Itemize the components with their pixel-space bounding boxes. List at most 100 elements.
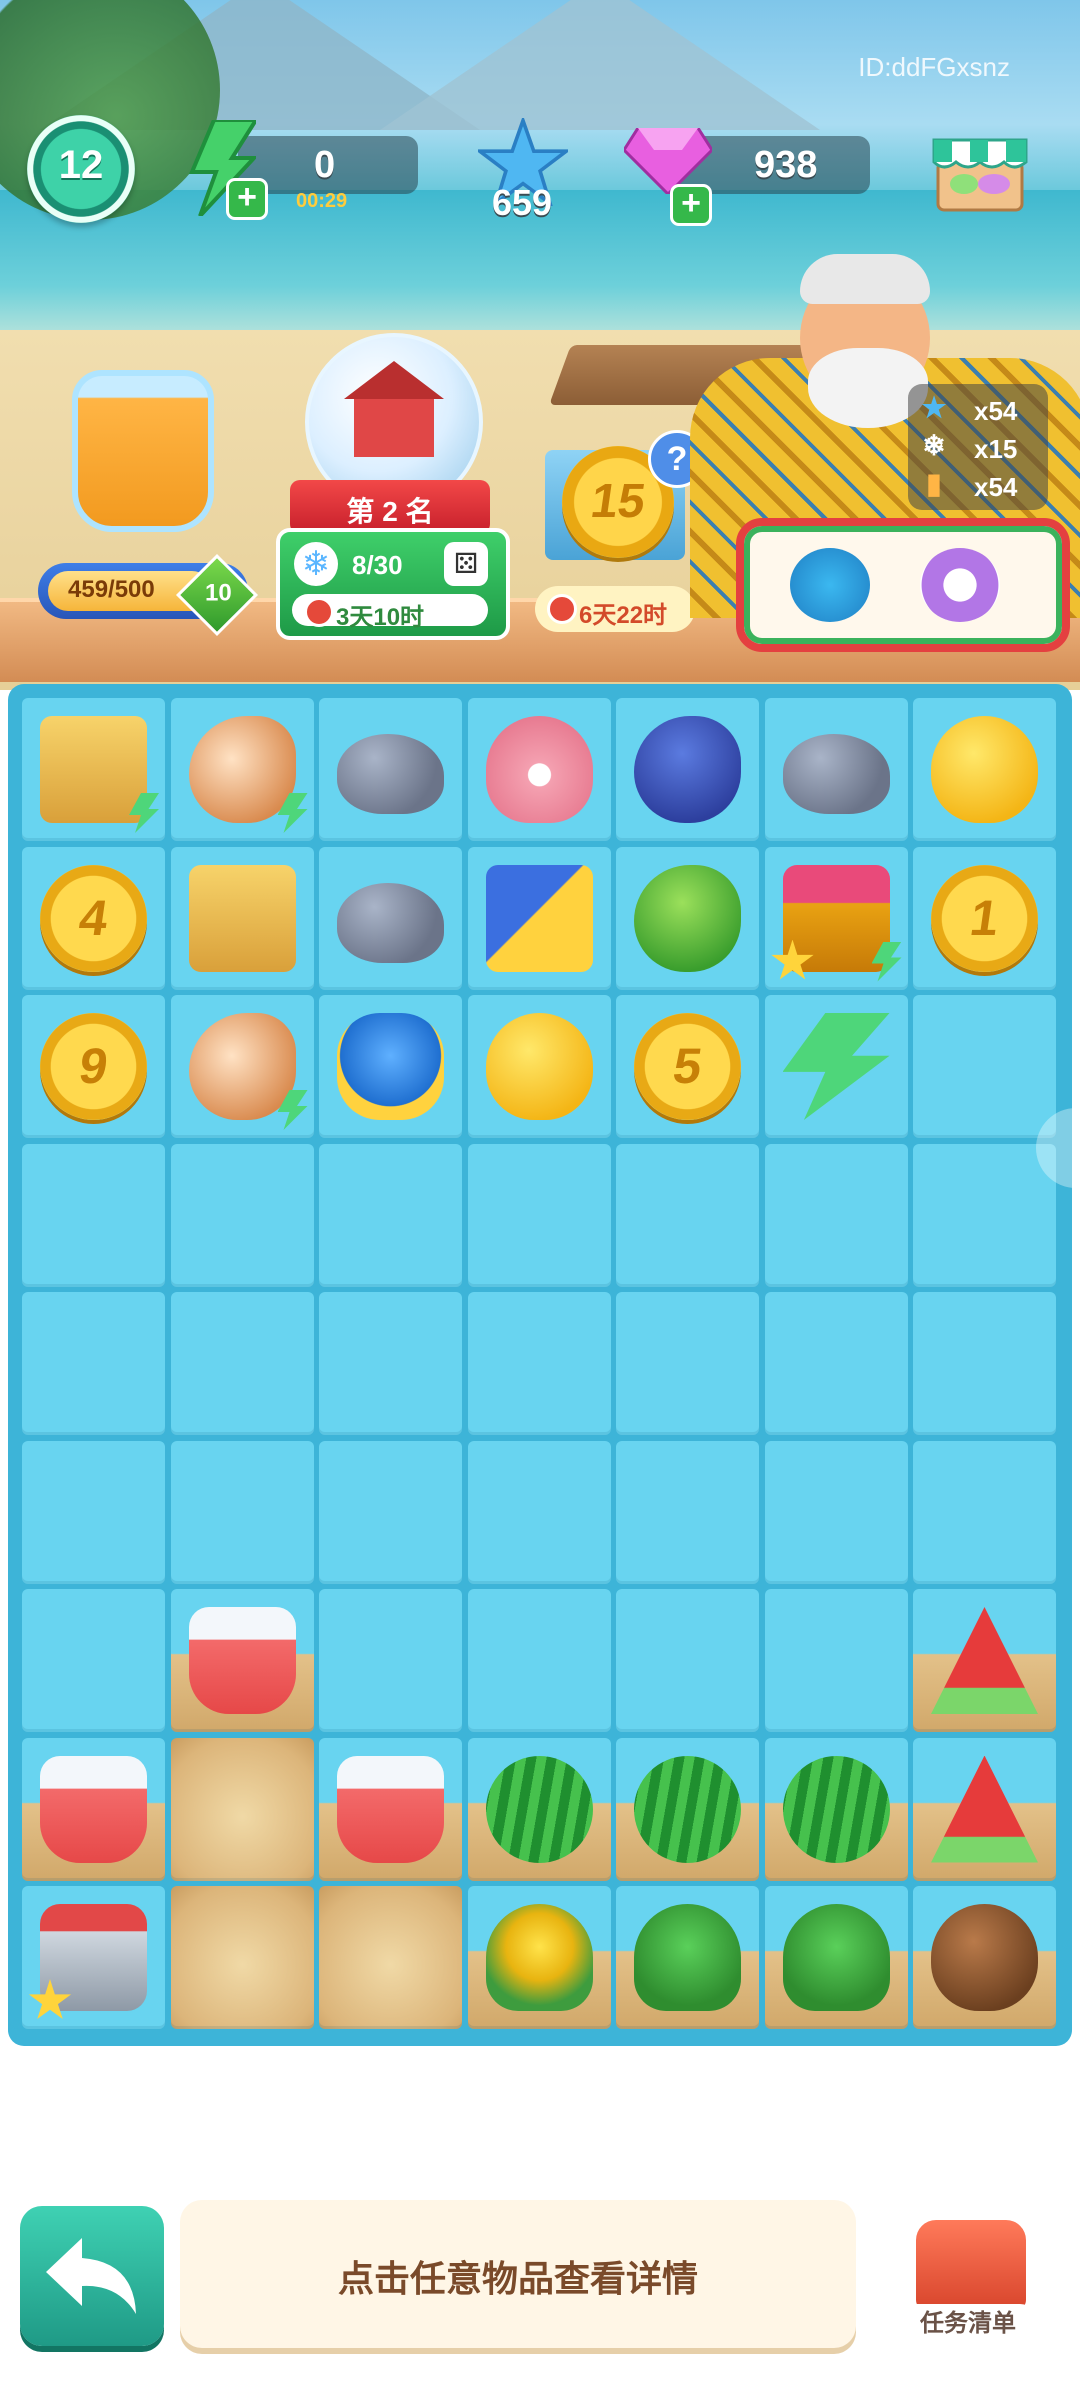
board-cell[interactable] [170,1589,314,1732]
board-cell[interactable] [616,1737,759,1881]
board-cell[interactable] [616,1143,759,1287]
shovel-box-icon [188,864,296,972]
board-cell[interactable] [319,846,462,990]
board-cell[interactable] [170,1440,314,1584]
board-cell[interactable] [467,1143,611,1287]
board-cell[interactable] [764,1440,908,1584]
board-cell[interactable] [616,1589,759,1732]
board-cell[interactable] [467,1292,611,1435]
requirement-item: ★ x54 [918,390,1038,428]
requirement-list: ★ x54 ❄ x15 ▮ x54 [908,384,1048,510]
board-cell[interactable] [913,698,1056,841]
board-cell[interactable] [319,1737,462,1881]
board-cell[interactable] [913,1886,1056,2029]
event-panel[interactable]: ❄ 8/30 ⚄ 3天10时 [276,528,510,640]
requirement-item: ❄ x15 [918,428,1038,466]
board-cell[interactable] [467,1440,611,1584]
board-cell[interactable] [616,1886,759,2029]
board-cell[interactable] [913,1143,1056,1287]
board-cell[interactable]: 9 [22,995,165,1138]
board-cell[interactable] [764,995,908,1138]
board-cell[interactable] [764,846,908,990]
board-cell[interactable] [319,1886,462,2029]
task-list-button[interactable]: 任务清单 [894,2214,1044,2344]
board-cell[interactable] [467,1589,611,1732]
board-cell[interactable] [913,1292,1056,1435]
board-cell[interactable] [764,698,908,841]
board-cell[interactable] [616,1440,759,1584]
board-cell[interactable] [467,995,611,1138]
rock-coral-icon [337,734,444,814]
coin-icon: 5 [634,1013,741,1120]
house-decor [344,361,444,457]
board-cell[interactable] [22,1589,165,1732]
jar-progress-text: 459/500 [68,576,155,603]
board-cell[interactable] [467,1886,611,2029]
rock-icon [782,734,890,814]
add-energy-button[interactable]: + [226,178,268,220]
life-ring-icon [920,548,1000,622]
board-cell[interactable] [319,1589,462,1732]
board-cell[interactable] [616,698,759,841]
board-cell[interactable] [616,846,759,990]
board-cell[interactable] [319,1440,462,1584]
board-cell[interactable] [913,1737,1056,1881]
juice-jar-icon[interactable] [72,370,214,532]
board-cell[interactable] [170,1737,314,1881]
board-cell[interactable] [22,1440,165,1584]
snowflake-icon: ❄ [294,542,338,586]
energy-timer: 00:29 [296,190,348,212]
coin-icon: 1 [931,864,1038,972]
requirement-item: ▮ x54 [918,466,1038,504]
board-cell[interactable]: 4 [22,846,165,990]
board-cell[interactable] [170,1143,314,1287]
hint-text: 点击任意物品查看详情 [337,2258,698,2299]
board-cell[interactable] [22,698,165,841]
player-id: ID:ddFGxsnz [858,52,1010,82]
board-cell[interactable] [170,1886,314,2029]
board-cell[interactable] [467,846,611,990]
board-cell[interactable] [22,1143,165,1287]
wm-plate-icon [931,1755,1038,1863]
board-cell[interactable] [170,1292,314,1435]
board-cell[interactable] [764,1589,908,1732]
board-cell[interactable] [467,1737,611,1881]
shop-icon[interactable] [930,118,1030,218]
coin-event-timer: 6天22时 [535,586,695,632]
board-cell[interactable] [319,1143,462,1287]
board-cell[interactable]: 5 [616,995,759,1138]
board-cell[interactable] [764,1737,908,1881]
board-cell[interactable] [170,995,314,1138]
back-button[interactable] [20,2206,164,2346]
board-cell[interactable] [913,1440,1056,1584]
level-badge[interactable]: 12 [27,115,135,223]
parrot-icon [634,864,741,972]
board-cell[interactable] [319,698,462,841]
board-cell[interactable] [319,995,462,1138]
board-cell[interactable] [170,698,314,841]
board-cell[interactable] [913,995,1056,1138]
bird-icon [634,716,741,823]
board-cell[interactable] [22,1886,165,2029]
board-cell[interactable] [22,1292,165,1435]
board-cell[interactable] [764,1886,908,2029]
gem-count: 938 [754,144,818,186]
hair-decor [800,254,930,304]
board-cell[interactable] [170,846,314,990]
wm-whole-icon [634,1755,741,1863]
board-cell[interactable] [616,1292,759,1435]
board-cell[interactable] [764,1292,908,1435]
board-cell[interactable] [913,1589,1056,1732]
clam-icon [485,716,593,823]
board-cell[interactable] [319,1292,462,1435]
board-cell[interactable]: 1 [913,846,1056,990]
board-cell[interactable] [467,698,611,841]
board-cell[interactable] [764,1143,908,1287]
back-arrow-icon [46,2238,136,2314]
order-card[interactable] [736,518,1070,652]
board-cell[interactable] [22,1737,165,1881]
rocks-icon [337,882,444,963]
clock-icon [547,594,577,624]
add-gems-button[interactable]: + [670,184,712,226]
conch-icon [188,1013,296,1120]
